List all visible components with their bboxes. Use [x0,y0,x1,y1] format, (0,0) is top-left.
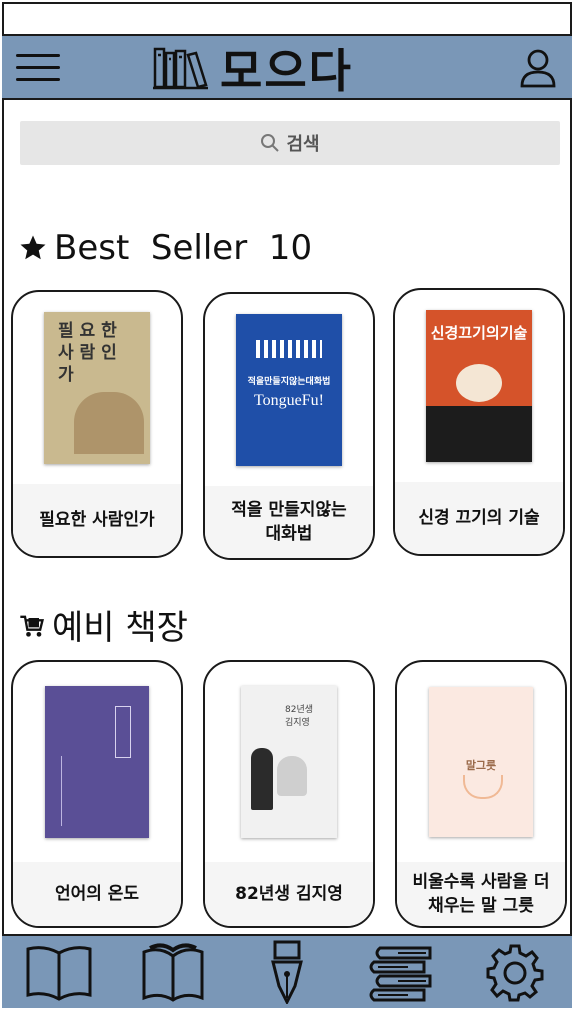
book-card-wish-3[interactable]: 말그릇 비울수록 사람을 더 채우는 말 그릇 [395,660,567,928]
book-cover: 82년생 김지영 [241,686,337,838]
book-card-wish-1[interactable]: 언어의 온도 [11,660,183,928]
nav-library[interactable] [24,939,94,1005]
nav-reading[interactable] [138,939,208,1005]
bottom-navigation [2,934,572,1008]
book-title: 비울수록 사람을 더 채우는 말 그릇 [397,862,565,926]
top-bar: 모으다 [2,34,572,100]
book-card-best-2[interactable]: 적을만들지않는대화법 TongueFu! 적을 만들지않는 대화법 [203,292,375,560]
user-profile-icon[interactable] [518,48,558,88]
star-icon [20,235,46,260]
book-card-best-1[interactable]: 필 요 한사 람 인가 필요한 사람인가 [11,290,183,558]
bookshelf-icon [153,47,208,90]
book-cover: 말그릇 [429,687,533,837]
shopping-cart-icon [20,615,44,637]
book-cover [45,686,149,838]
hamburger-menu-icon[interactable] [16,54,60,84]
book-card-best-3[interactable]: 신경끄기의기술 신경 끄기의 기술 [393,288,565,556]
app-title: 모으다 [220,44,353,98]
best-seller-title: Best Seller 10 [54,228,313,268]
search-label: 검색 [286,134,320,155]
book-title: 언어의 온도 [13,862,181,926]
nav-write[interactable] [252,939,322,1005]
book-title: 필요한 사람인가 [13,484,181,556]
reading-book-icon [142,943,204,1002]
book-title: 적을 만들지않는 대화법 [205,486,373,558]
book-cover: 신경끄기의기술 [426,310,532,462]
fountain-pen-icon [271,940,303,1004]
search-icon [261,134,280,152]
search-bar[interactable]: 검색 [20,121,560,165]
open-book-outline-icon [26,946,92,1001]
book-title: 82년생 김지영 [205,862,373,926]
settings-gear-icon [486,944,544,1002]
app-logo: 모으다 [152,42,353,98]
book-title: 신경 끄기의 기술 [395,482,563,554]
book-card-wish-2[interactable]: 82년생 김지영 82년생 김지영 [203,660,375,928]
book-cover: 필 요 한사 람 인가 [44,312,150,464]
book-stack-icon [369,946,432,1002]
wishlist-heading: 예비 책장 [18,600,188,649]
book-cover: 적을만들지않는대화법 TongueFu! [236,314,342,466]
nav-settings[interactable] [480,939,550,1005]
best-seller-heading: Best Seller 10 [18,228,312,268]
nav-bookshelf[interactable] [366,939,436,1005]
wishlist-title: 예비 책장 [52,608,188,648]
